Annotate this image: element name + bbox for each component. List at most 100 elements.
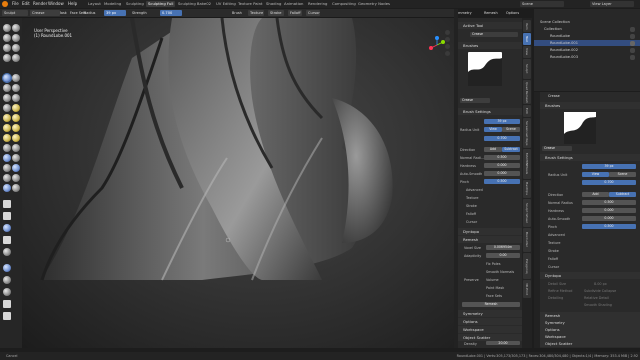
tab-hardops[interactable]: HardOps (523, 180, 531, 198)
box-trim-icon[interactable] (3, 236, 11, 244)
np-subtract-toggle[interactable]: Subtract (502, 147, 520, 152)
np-smooth-normals-checkbox[interactable]: Smooth Normals (486, 270, 514, 274)
tab-layout[interactable]: Layout (86, 1, 103, 7)
elastic-deform-brush-icon[interactable] (3, 114, 11, 122)
props-stroke-subpanel[interactable]: Stroke (548, 249, 559, 253)
np-workspace-header[interactable]: Workspace (458, 326, 522, 333)
np-options-header[interactable]: Options (458, 318, 522, 325)
tab-item[interactable]: Item (523, 20, 531, 32)
tab-sculpting[interactable]: Sculpting (124, 1, 146, 7)
draw-face-sets-brush-icon[interactable] (12, 164, 20, 172)
tab-animation[interactable]: Animation (282, 1, 305, 7)
grab-brush-icon[interactable] (12, 104, 20, 112)
np-normal-radius-field[interactable]: 0.500 (484, 155, 520, 160)
np-volume-checkbox[interactable]: Volume (486, 278, 499, 282)
scene-selector[interactable]: Scene (520, 1, 564, 7)
cloth-brush-icon[interactable] (3, 154, 11, 162)
clay-brush-icon[interactable] (3, 34, 11, 42)
pose-brush-icon[interactable] (12, 124, 20, 132)
tab-sculpt[interactable]: Sculpt (523, 59, 531, 79)
brush-thumbnail[interactable] (468, 52, 502, 86)
props-workspace-header[interactable]: Workspace (540, 333, 640, 340)
draw-sharp-brush-icon[interactable] (12, 24, 20, 32)
tab-tool[interactable]: Tool (523, 33, 531, 45)
boundary-brush-icon[interactable] (12, 144, 20, 152)
outliner-row[interactable]: RoundLobe.002 (534, 47, 640, 53)
tab-sculpting-full[interactable]: Sculpting Full (146, 1, 176, 7)
visibility-eye-icon[interactable] (630, 27, 635, 32)
np-remesh-header[interactable]: Remesh (458, 236, 522, 243)
outliner-row-selected[interactable]: RoundLobe.001 (534, 40, 640, 46)
grid-icon[interactable] (445, 51, 450, 56)
visibility-eye-icon[interactable] (630, 48, 635, 53)
tab-screencast-keys[interactable]: Screencast Keys (523, 118, 531, 148)
crease-brush-icon[interactable] (2, 73, 12, 83)
transform-icon[interactable] (3, 312, 11, 320)
pan-hand-icon[interactable] (445, 37, 450, 42)
props-advanced-subpanel[interactable]: Advanced (548, 233, 565, 237)
simplify-brush-icon[interactable] (12, 154, 20, 162)
tab-3d-print[interactable]: 3D-Print (523, 280, 531, 298)
props-detailing-select[interactable]: Relative Detail (584, 296, 609, 300)
np-face-sets-checkbox[interactable]: Face Sets (486, 294, 502, 298)
outliner-row[interactable]: RoundLobe.003 (534, 54, 640, 60)
props-brush-settings-header[interactable]: Brush Settings (540, 154, 640, 161)
props-refine-method-select[interactable]: Subdivide Collapse (584, 289, 616, 293)
fill-brush-icon[interactable] (12, 84, 20, 92)
tab-texture-paint[interactable]: Texture Paint (236, 1, 265, 7)
np-hardness-field[interactable]: 0.000 (484, 163, 520, 168)
np-remesh-button[interactable]: Remesh (462, 302, 520, 307)
paint-brush-icon[interactable] (3, 184, 11, 192)
props-pinch-field[interactable]: 0.500 (582, 224, 636, 229)
np-cursor-subpanel[interactable]: Cursor (466, 220, 477, 224)
nudge-brush-icon[interactable] (3, 134, 11, 142)
props-brush-thumbnail[interactable] (564, 112, 596, 144)
props-falloff-subpanel[interactable]: Falloff (548, 257, 558, 261)
np-falloff-subpanel[interactable]: Falloff (466, 212, 476, 216)
tab-geometry-nodes[interactable]: Geometry Nodes (356, 1, 392, 7)
np-dyntopo-header[interactable]: Dyntopo (458, 228, 522, 235)
scrape-brush-icon[interactable] (3, 94, 11, 102)
brushes-header[interactable]: Brushes (458, 42, 522, 49)
navigation-gizmo-icon[interactable] (428, 36, 446, 54)
props-subtract-toggle[interactable]: Subtract (609, 192, 636, 197)
np-symmetry-header[interactable]: Symmetry (458, 310, 522, 317)
menu-view[interactable]: View (32, 11, 40, 15)
clay-thumb-brush-icon[interactable] (3, 44, 11, 52)
tab-compositing[interactable]: Compositing (330, 1, 358, 7)
tab-view[interactable]: View (523, 46, 531, 58)
outliner-row[interactable]: RoundLobe (534, 33, 640, 39)
tab-edit[interactable]: Edit (523, 105, 531, 117)
tab-quad-remesh[interactable]: Quad Remesh (523, 80, 531, 104)
props-add-toggle[interactable]: Add (582, 192, 609, 197)
color-filter-icon[interactable] (3, 288, 11, 296)
props-symmetry-header[interactable]: Symmetry (540, 319, 640, 326)
multires-smear-brush-icon[interactable] (12, 174, 20, 182)
menu-face-sets[interactable]: Face Sets (70, 11, 86, 15)
line-project-icon[interactable] (3, 248, 11, 256)
menu-edit[interactable]: Edit (22, 1, 30, 6)
menu-sculpt[interactable]: Sculpt (44, 11, 55, 15)
props-radius-field[interactable]: 39 px (582, 164, 636, 169)
props-brushes-header[interactable]: Brushes (540, 102, 640, 109)
np-texture-subpanel[interactable]: Texture (466, 196, 478, 200)
np-paint-mask-checkbox[interactable]: Paint Mask (486, 286, 504, 290)
thumb-brush-icon[interactable] (3, 124, 11, 132)
zoom-icon[interactable] (445, 30, 450, 35)
options-menu[interactable]: Options (506, 11, 519, 15)
tab-sculpt-wheel[interactable]: Sculpt Wheel (523, 199, 531, 227)
np-radius-field[interactable]: 39 px (484, 119, 520, 124)
edit-face-set-icon[interactable] (3, 300, 11, 308)
props-options-header[interactable]: Options (540, 326, 640, 333)
outliner-scene-collection[interactable]: Scene Collection (534, 19, 640, 25)
remesh-menu[interactable]: Remesh (484, 11, 498, 15)
visibility-eye-icon[interactable] (630, 34, 635, 39)
multiplane-scrape-brush-icon[interactable] (12, 94, 20, 102)
np-scene-toggle[interactable]: Scene (502, 127, 520, 132)
np-density-field[interactable]: 20.00 (486, 341, 520, 345)
menu-file[interactable]: File (12, 1, 19, 6)
props-brush-name-field[interactable]: Crease (542, 146, 572, 151)
outliner-row[interactable]: Collection (534, 26, 640, 32)
np-voxel-size-field[interactable]: 0.006954m (486, 245, 520, 250)
tab-boxcutter[interactable]: BoxCutter (523, 228, 531, 252)
